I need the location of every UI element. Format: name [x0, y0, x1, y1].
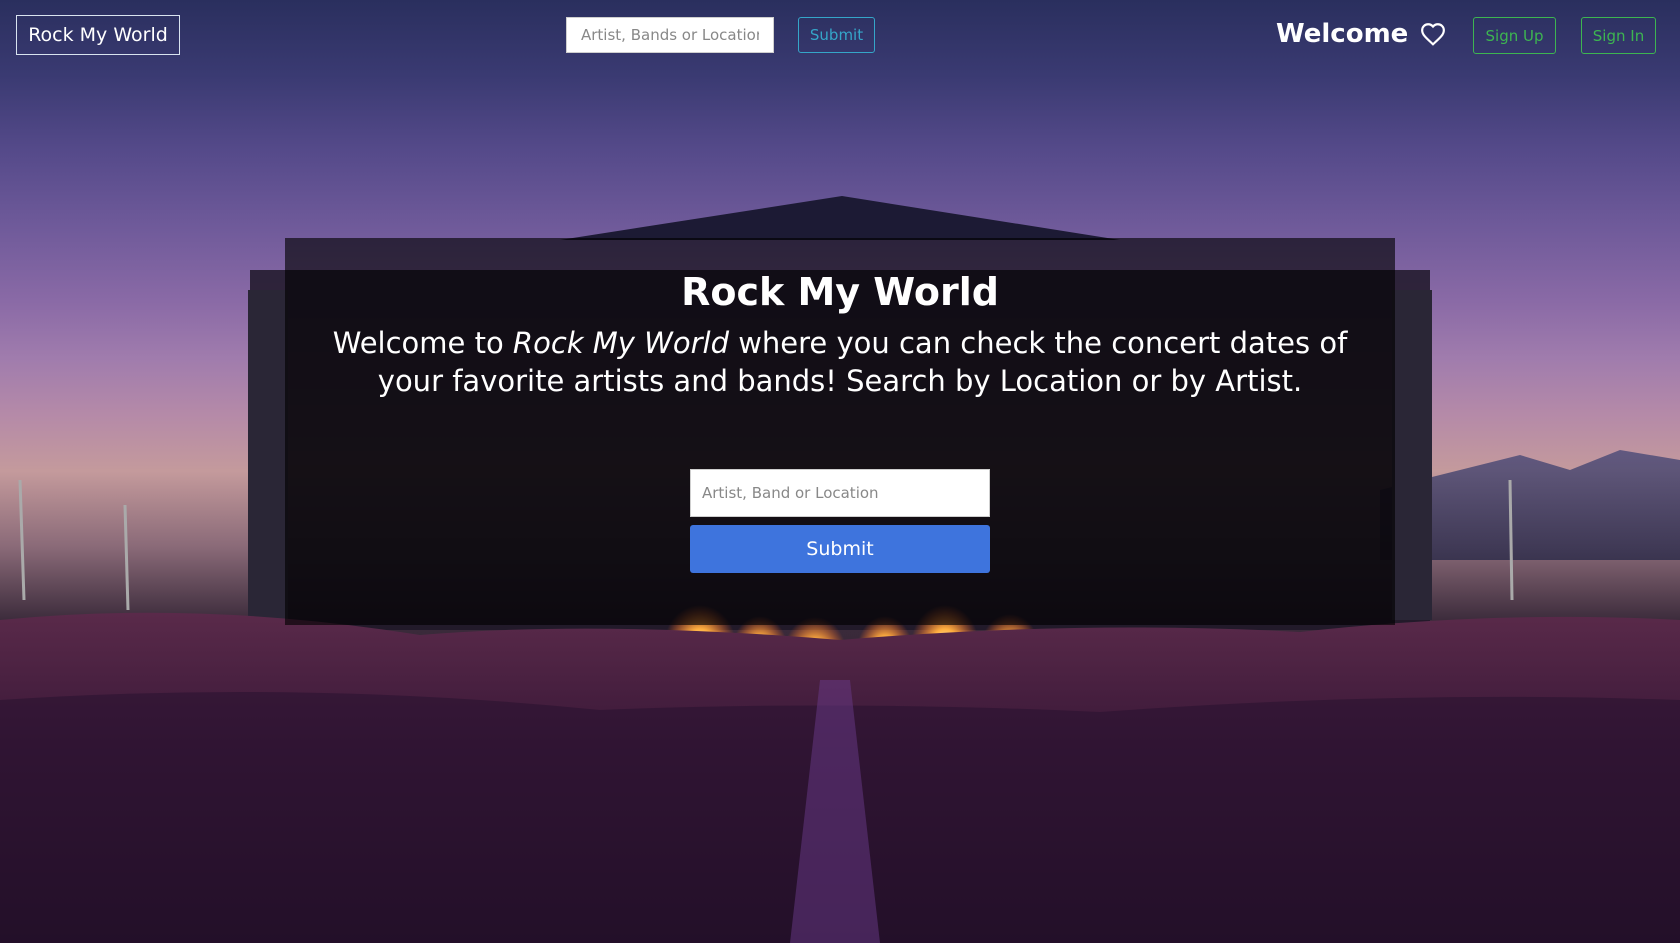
brand-link[interactable]: Rock My World — [16, 15, 180, 55]
sign-up-button[interactable]: Sign Up — [1473, 17, 1556, 54]
sign-in-button[interactable]: Sign In — [1581, 17, 1656, 54]
nav-search-input[interactable] — [566, 17, 774, 53]
page: Rock My World Submit Welcome Sign Up Sig… — [0, 0, 1680, 943]
hero-text-brand: Rock My World — [512, 326, 729, 360]
hero-text-start: Welcome to — [332, 326, 513, 360]
nav-submit-button[interactable]: Submit — [798, 17, 875, 53]
hero-description: Welcome to Rock My World where you can c… — [325, 324, 1355, 400]
heart-icon[interactable] — [1420, 22, 1446, 46]
hero-title: Rock My World — [681, 270, 999, 314]
hero-submit-button[interactable]: Submit — [690, 525, 990, 573]
hero-search-input[interactable] — [690, 469, 990, 517]
hero-panel: Rock My World Welcome to Rock My World w… — [285, 238, 1395, 625]
welcome-text: Welcome — [1276, 19, 1409, 49]
